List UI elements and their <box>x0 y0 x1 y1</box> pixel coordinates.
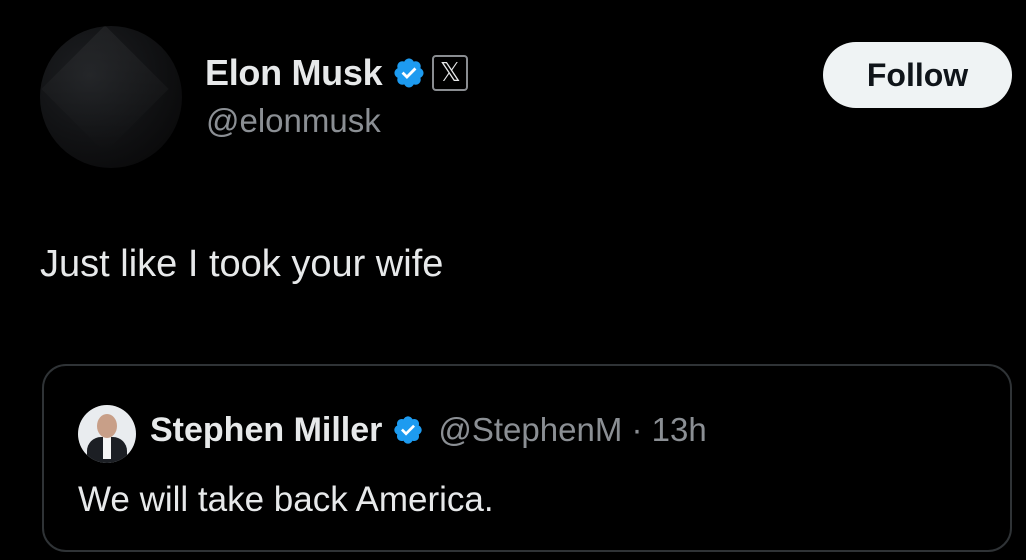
quoted-author-avatar[interactable] <box>78 405 136 463</box>
verified-badge-icon <box>394 58 424 88</box>
quoted-author-name[interactable]: Stephen Miller <box>150 411 382 450</box>
avatar-shirt <box>103 437 111 459</box>
avatar-image <box>41 26 169 153</box>
quoted-tweet-text: We will take back America. <box>78 480 494 519</box>
verified-badge-icon <box>394 416 423 444</box>
author-display-name[interactable]: Elon Musk <box>205 52 383 94</box>
author-handle[interactable]: @elonmusk <box>206 102 381 140</box>
follow-button[interactable]: Follow <box>823 42 1012 108</box>
avatar-head <box>97 414 117 438</box>
tweet-text: Just like I took your wife <box>40 243 444 285</box>
quoted-author-meta[interactable]: @StephenM · 13h <box>438 411 706 449</box>
author-avatar[interactable] <box>40 26 182 168</box>
author-name-row: Elon Musk 𝕏 <box>205 50 469 96</box>
quoted-author-row: Stephen Miller @StephenM · 13h <box>150 408 707 452</box>
quoted-tweet-card[interactable]: Stephen Miller @StephenM · 13h We will t… <box>42 364 1012 552</box>
x-logo-icon[interactable]: 𝕏 <box>432 55 469 91</box>
